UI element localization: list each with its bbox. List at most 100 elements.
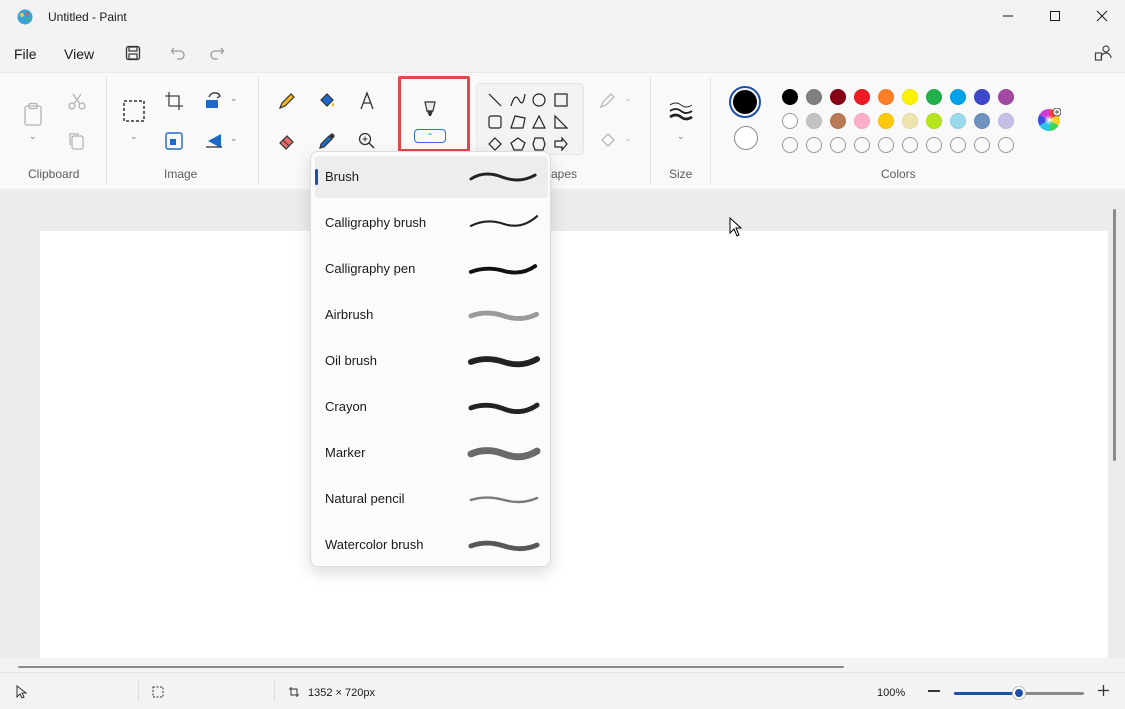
color-swatch[interactable] [974,137,990,153]
resize-button[interactable] [160,127,188,155]
color-swatch[interactable] [902,113,918,129]
maximize-button[interactable] [1032,0,1078,32]
pencil-button[interactable] [273,87,301,115]
rectangle-select-icon [123,100,145,122]
status-separator [274,681,275,701]
cut-button[interactable] [63,87,91,115]
color-swatch[interactable] [830,137,846,153]
color-swatch[interactable] [926,89,942,105]
brushes-button[interactable] [416,95,444,123]
redo-button[interactable] [206,42,228,64]
secondary-color-button[interactable] [734,126,758,150]
outline-chevron-icon[interactable]: ⌄ [624,93,632,104]
paint-app-icon [17,9,33,25]
text-button[interactable] [353,87,381,115]
copy-icon [69,133,84,150]
close-button[interactable] [1079,0,1125,32]
color-swatch[interactable] [902,137,918,153]
paste-chevron-icon[interactable]: ⌄ [29,131,37,142]
color-swatch[interactable] [782,137,798,153]
select-button[interactable] [120,97,148,125]
brush-menu-item[interactable]: Natural pencil [315,478,548,520]
drawing-canvas[interactable] [40,231,1108,658]
brush-menu-item[interactable]: Calligraphy pen [315,248,548,290]
color-swatch[interactable] [878,113,894,129]
color-swatch[interactable] [878,89,894,105]
color-swatch[interactable] [998,137,1014,153]
fill-button[interactable] [313,87,341,115]
color-swatch[interactable] [974,113,990,129]
primary-color-swatch [733,90,757,114]
brush-menu-item[interactable]: Marker [315,432,548,474]
eraser-button[interactable] [273,127,301,155]
brush-menu-item[interactable]: Crayon [315,386,548,428]
brush-menu-item[interactable]: Calligraphy brush [315,202,548,244]
zoom-out-icon[interactable] [928,690,940,692]
minimize-button[interactable] [985,0,1031,32]
brush-menu-item[interactable]: Brush [315,156,548,198]
color-swatch[interactable] [830,113,846,129]
color-swatch[interactable] [806,113,822,129]
color-swatch[interactable] [950,113,966,129]
status-separator [138,681,139,701]
color-swatch[interactable] [998,89,1014,105]
crop-button[interactable] [160,87,188,115]
zoom-level-text[interactable]: 100% [877,687,905,699]
color-swatch[interactable] [950,89,966,105]
color-swatch[interactable] [806,89,822,105]
flip-chevron-icon[interactable]: ⌄ [230,133,238,144]
color-swatch[interactable] [926,137,942,153]
zoom-in-icon[interactable] [1097,684,1110,697]
shape-outline-button[interactable] [594,87,622,115]
color-swatch[interactable] [854,137,870,153]
brush-menu-item[interactable]: Airbrush [315,294,548,336]
rotate-button[interactable] [200,87,228,115]
color-swatch[interactable] [950,137,966,153]
rotate-chevron-icon[interactable]: ⌄ [230,93,238,104]
brushes-dropdown-button[interactable]: ⌃ [414,129,446,143]
paste-icon [24,102,42,126]
color-swatch[interactable] [878,137,894,153]
zoom-slider-thumb[interactable] [1013,687,1025,699]
color-swatch[interactable] [902,89,918,105]
copy-button[interactable] [63,127,91,155]
redo-icon [210,47,225,60]
color-swatch[interactable] [926,113,942,129]
vertical-scrollbar[interactable] [1113,209,1116,461]
color-swatch[interactable] [806,137,822,153]
color-swatch[interactable] [782,113,798,129]
window-title: Untitled - Paint [48,10,127,24]
edit-colors-button[interactable] [1037,107,1062,132]
shape-fill-button[interactable] [594,127,622,155]
account-button[interactable] [1092,42,1114,64]
paint-bucket-icon [320,93,334,107]
text-icon [360,91,374,110]
color-swatch[interactable] [782,89,798,105]
brush-menu-item[interactable]: Oil brush [315,340,548,382]
menu-file[interactable]: File [10,44,41,64]
color-swatch[interactable] [998,113,1014,129]
save-button[interactable] [122,42,144,64]
chevron-up-icon: ⌃ [426,131,434,141]
menu-view[interactable]: View [60,44,98,64]
horizontal-scrollbar[interactable] [18,666,844,668]
account-icon [1094,45,1112,61]
flip-button[interactable] [200,127,228,155]
paste-button[interactable] [20,99,46,129]
color-swatch[interactable] [974,89,990,105]
size-button[interactable] [666,99,696,123]
fill-chevron-icon[interactable]: ⌄ [624,133,632,144]
undo-button[interactable] [167,42,189,64]
brush-menu-item[interactable]: Watercolor brush [315,524,548,566]
polygon-shape-icon [510,115,526,129]
primary-color-button[interactable] [729,86,761,118]
watercolor-brush-stroke-icon [468,540,540,552]
zoom-slider-track[interactable] [954,687,1084,699]
color-swatch[interactable] [854,113,870,129]
divider [258,77,259,185]
color-swatch[interactable] [854,89,870,105]
select-chevron-icon[interactable]: ⌄ [130,131,138,142]
size-chevron-icon[interactable]: ⌄ [677,131,685,142]
color-swatch[interactable] [830,89,846,105]
brush-menu-item-label: Calligraphy brush [325,215,427,230]
